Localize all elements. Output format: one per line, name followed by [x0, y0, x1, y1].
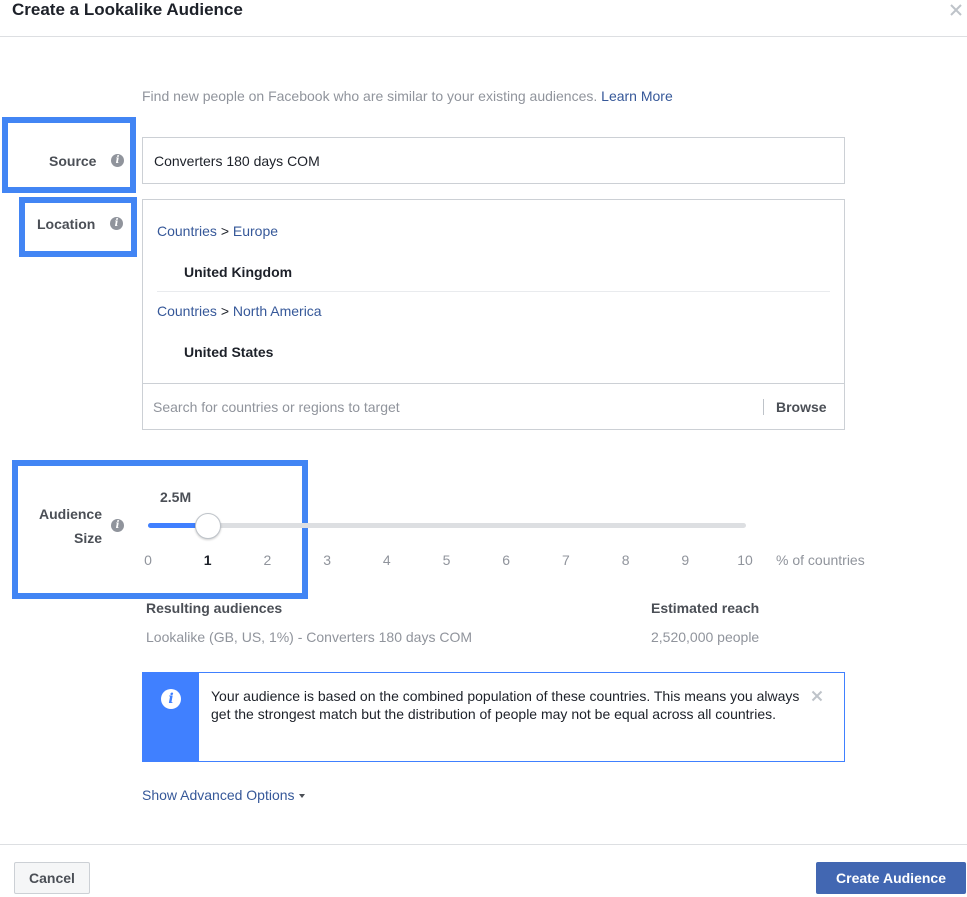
info-notice: i Your audience is based on the combined… — [142, 672, 845, 762]
location-search-input[interactable] — [153, 396, 733, 418]
slider-tick-6[interactable]: 6 — [496, 551, 516, 569]
breadcrumb-countries-link[interactable]: Countries — [157, 303, 217, 319]
learn-more-link[interactable]: Learn More — [601, 88, 673, 104]
location-breadcrumb: Countries > North America — [157, 302, 322, 320]
slider-tick-10[interactable]: 10 — [735, 551, 755, 569]
audience-size-label-line1: Audience — [38, 506, 102, 522]
audience-size-slider-track[interactable] — [148, 523, 746, 528]
location-divider — [157, 291, 830, 292]
resulting-audiences-value: Lookalike (GB, US, 1%) - Converters 180 … — [146, 629, 473, 645]
slider-tick-3[interactable]: 3 — [317, 551, 337, 569]
breadcrumb-separator: > — [220, 303, 229, 319]
chevron-down-icon — [298, 794, 305, 799]
notice-sidebar: i — [143, 673, 199, 761]
slider-unit: % of countries — [776, 552, 865, 568]
create-audience-button[interactable]: Create Audience — [816, 862, 966, 894]
resulting-audiences-header: Resulting audiences — [146, 600, 283, 616]
browse-divider — [763, 399, 764, 415]
slider-tick-9[interactable]: 9 — [675, 551, 695, 569]
location-info-icon[interactable]: i — [110, 217, 123, 230]
slider-tick-5[interactable]: 5 — [437, 551, 457, 569]
slider-tick-4[interactable]: 4 — [377, 551, 397, 569]
estimated-reach-header: Estimated reach — [651, 600, 760, 616]
source-value: Converters 180 days COM — [154, 153, 320, 169]
slider-tick-2[interactable]: 2 — [257, 551, 277, 569]
cancel-button[interactable]: Cancel — [14, 862, 90, 894]
estimated-reach-value: 2,520,000 people — [651, 629, 760, 645]
audience-size-info-icon[interactable]: i — [111, 519, 124, 532]
location-field: Countries > Europe United Kingdom Countr… — [142, 199, 845, 430]
breadcrumb-countries-link[interactable]: Countries — [157, 223, 217, 239]
intro-description: Find new people on Facebook who are simi… — [142, 88, 598, 104]
breadcrumb-europe-link[interactable]: Europe — [233, 223, 278, 239]
slider-tick-7[interactable]: 7 — [556, 551, 576, 569]
browse-button[interactable]: Browse — [776, 398, 827, 416]
breadcrumb-north-america-link[interactable]: North America — [233, 303, 322, 319]
location-label: Location — [37, 216, 96, 232]
audience-size-slider-handle[interactable] — [194, 513, 221, 539]
source-field[interactable]: Converters 180 days COM — [142, 137, 845, 184]
show-advanced-options-link[interactable]: Show Advanced Options — [142, 786, 305, 804]
location-search-row: Browse — [143, 383, 844, 430]
notice-text: Your audience is based on the combined p… — [211, 688, 800, 722]
audience-size-label: Audience Size — [32, 505, 102, 547]
breadcrumb-separator: > — [220, 223, 229, 239]
slider-tick-8[interactable]: 8 — [616, 551, 636, 569]
source-label: Source — [49, 153, 97, 169]
selected-country-united-kingdom[interactable]: United Kingdom — [184, 263, 292, 281]
selected-country-united-states[interactable]: United States — [184, 343, 273, 361]
intro-text: Find new people on Facebook who are simi… — [142, 87, 673, 105]
slider-value-label: 2.5M — [160, 489, 192, 505]
advanced-options-label: Show Advanced Options — [142, 787, 295, 803]
slider-tick-1[interactable]: 1 — [198, 551, 218, 569]
footer-divider — [0, 844, 967, 845]
audience-size-label-line2: Size — [73, 530, 102, 546]
info-icon: i — [161, 689, 181, 709]
location-breadcrumb: Countries > Europe — [157, 222, 278, 240]
dialog-header: Create a Lookalike Audience — [0, 0, 967, 37]
close-icon[interactable] — [949, 3, 963, 17]
source-info-icon[interactable]: i — [111, 154, 124, 167]
notice-close-icon[interactable] — [811, 690, 823, 702]
dialog-title: Create a Lookalike Audience — [12, 0, 243, 19]
slider-tick-0[interactable]: 0 — [138, 551, 158, 569]
